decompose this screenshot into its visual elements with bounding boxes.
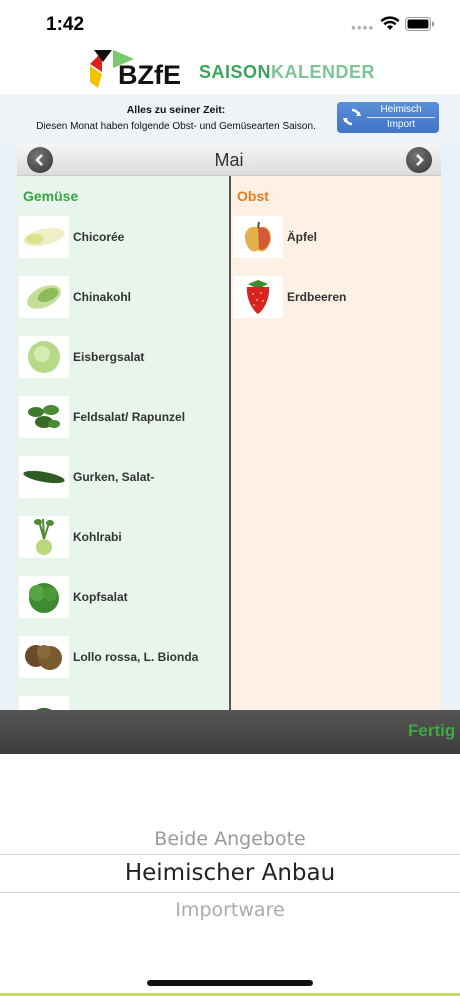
picker-option-selected[interactable]: Heimischer Anbau xyxy=(0,860,460,886)
vegetables-column[interactable]: Gemüse Chicorée Chinakohl Eisbergsalat F… xyxy=(17,176,229,710)
bzfe-logo-text: BZfE xyxy=(118,60,181,90)
list-item[interactable]: Lollo rossa, L. Bionda xyxy=(19,636,229,680)
fruits-title: Obst xyxy=(237,188,269,204)
apple-icon xyxy=(233,216,283,258)
month-navigation-bar: Mai xyxy=(17,144,441,176)
list-item[interactable]: Feldsalat/ Rapunzel xyxy=(19,396,229,440)
feldsalat-icon xyxy=(19,396,69,438)
origin-toggle-button[interactable]: Heimisch Import xyxy=(337,102,439,133)
done-button[interactable]: Fertig xyxy=(408,721,455,741)
picker-selection-bottom-line xyxy=(0,892,460,893)
list-item[interactable]: Äpfel xyxy=(233,216,441,260)
picker-selection-top-line xyxy=(0,854,460,855)
fruits-column[interactable]: Obst Äpfel Erdbeeren xyxy=(231,176,441,710)
list-item[interactable]: Gurken, Salat- xyxy=(19,456,229,500)
app-title: SAISONKALENDER xyxy=(199,62,375,83)
item-name: Eisbergsalat xyxy=(73,350,145,364)
vegetables-title: Gemüse xyxy=(23,188,79,204)
item-name: Kopfsalat xyxy=(73,590,128,604)
lollo-rossa-icon xyxy=(19,636,69,678)
eisbergsalat-icon xyxy=(19,336,69,378)
item-name: Kohlrabi xyxy=(73,530,122,544)
picker-option-import[interactable]: Importware xyxy=(0,899,460,921)
signal-dots-icon: ●●●● xyxy=(351,23,375,32)
toggle-option-import: Import xyxy=(386,119,416,130)
info-description: Diesen Monat haben folgende Obst- und Ge… xyxy=(36,121,316,132)
kopfsalat-icon xyxy=(19,576,69,618)
status-bar: 1:42 ●●●● xyxy=(0,0,460,46)
info-headline: Alles zu seiner Zeit: xyxy=(126,104,226,116)
item-name: Lollo rossa, L. Bionda xyxy=(73,650,199,664)
next-month-button[interactable] xyxy=(406,147,432,173)
item-name: Äpfel xyxy=(287,230,317,244)
list-item[interactable]: Chinakohl xyxy=(19,276,229,320)
app-screen: 1:42 ●●●● BZfE SAISONKALENDER Alles zu s… xyxy=(0,0,460,996)
list-item[interactable]: Erdbeeren xyxy=(233,276,441,320)
picker-option-both[interactable]: Beide Angebote xyxy=(0,828,460,850)
item-name: Chinakohl xyxy=(73,290,132,304)
month-label: Mai xyxy=(214,150,244,170)
app-title-part2: KALENDER xyxy=(271,62,376,82)
partial-vegetable-icon xyxy=(19,696,69,710)
toggle-divider xyxy=(367,117,435,118)
toggle-option-heimisch: Heimisch xyxy=(380,104,422,115)
item-name: Feldsalat/ Rapunzel xyxy=(73,410,186,424)
gurke-icon xyxy=(19,456,69,498)
item-name: Chicorée xyxy=(73,230,125,244)
list-item[interactable]: Kopfsalat xyxy=(19,576,229,620)
origin-picker[interactable]: Beide Angebote Heimischer Anbau Importwa… xyxy=(0,754,460,996)
list-item[interactable]: Kohlrabi xyxy=(19,516,229,560)
item-name: Erdbeeren xyxy=(287,290,347,304)
list-item[interactable] xyxy=(19,696,229,710)
refresh-icon xyxy=(343,108,361,126)
status-time: 1:42 xyxy=(46,14,85,35)
chinakohl-icon xyxy=(19,276,69,318)
kohlrabi-icon xyxy=(19,516,69,558)
chicoree-icon xyxy=(19,216,69,258)
chevron-right-icon xyxy=(416,154,424,166)
item-name: Gurken, Salat- xyxy=(73,470,155,484)
app-header: BZfE SAISONKALENDER xyxy=(0,46,460,94)
strawberry-icon xyxy=(233,276,283,318)
home-indicator[interactable] xyxy=(147,980,313,986)
app-title-part1: SAISON xyxy=(199,62,272,82)
wifi-icon xyxy=(380,16,400,30)
list-item[interactable]: Chicorée xyxy=(19,216,229,260)
list-item[interactable]: Eisbergsalat xyxy=(19,336,229,380)
battery-icon xyxy=(405,17,434,31)
picker-toolbar: Fertig xyxy=(0,710,460,754)
